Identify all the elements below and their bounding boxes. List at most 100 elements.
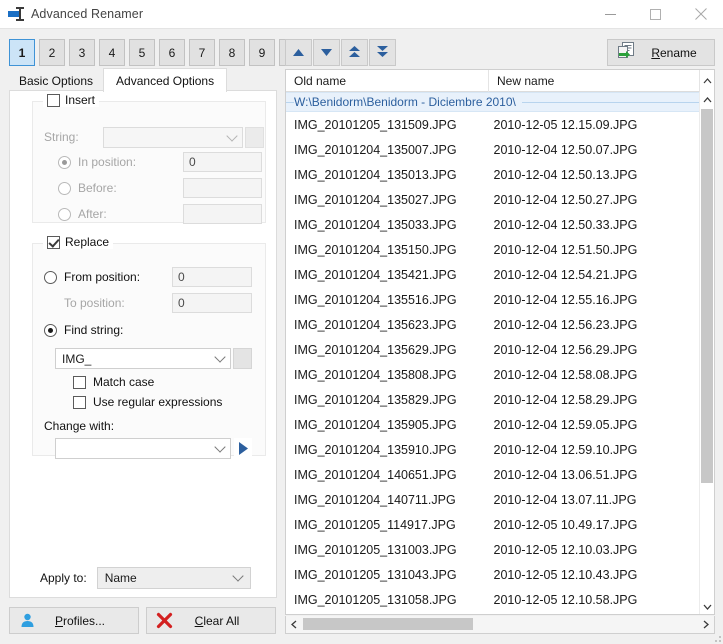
file-new-name: 2010-12-05 12.10.03.JPG xyxy=(493,542,638,557)
file-row[interactable]: IMG_20101204_135013.JPG 2010-12-04 12.50.… xyxy=(286,162,699,187)
file-old-name: IMG_20101204_135150.JPG xyxy=(294,242,457,257)
file-list-horizontal-scrollbar[interactable] xyxy=(285,616,715,634)
tab-advanced-options[interactable]: Advanced Options xyxy=(103,68,228,92)
maximize-button[interactable] xyxy=(633,0,678,28)
close-button[interactable] xyxy=(678,0,723,28)
insert-before-input[interactable] xyxy=(183,178,262,198)
insert-string-label: String: xyxy=(44,130,79,144)
file-list-vertical-scrollbar[interactable] xyxy=(699,92,714,614)
clear-all-accel: C xyxy=(194,613,204,628)
insert-string-browse-button[interactable] xyxy=(245,127,264,148)
scroll-left-button[interactable] xyxy=(286,616,302,632)
replace-to-position-input[interactable]: 0 xyxy=(172,293,252,313)
file-row[interactable]: IMG_20101205_114917.JPG 2010-12-05 10.49.… xyxy=(286,512,699,537)
file-row[interactable]: IMG_20101204_140651.JPG 2010-12-04 13.06.… xyxy=(286,462,699,487)
find-string-browse-button[interactable] xyxy=(233,348,252,369)
move-up-button[interactable] xyxy=(285,39,312,66)
file-row[interactable]: IMG_20101204_135421.JPG 2010-12-04 12.54.… xyxy=(286,262,699,287)
profiles-button[interactable]: Profiles... xyxy=(9,607,139,634)
column-header-old-name[interactable]: Old name xyxy=(286,70,489,92)
file-row[interactable]: IMG_20101204_140711.JPG 2010-12-04 13.07.… xyxy=(286,487,699,512)
profiles-button-label: Profiles... xyxy=(44,614,138,628)
replace-from-position-radio[interactable] xyxy=(44,270,57,284)
number-tab-6[interactable]: 6 xyxy=(159,39,185,66)
file-row[interactable]: IMG_20101204_135027.JPG 2010-12-04 12.50.… xyxy=(286,187,699,212)
apply-to-combo[interactable]: Name xyxy=(96,567,251,589)
scroll-up-button[interactable] xyxy=(700,92,714,107)
horizontal-scroll-thumb[interactable] xyxy=(303,618,473,630)
file-new-name: 2010-12-04 12.59.05.JPG xyxy=(493,417,638,432)
insert-after-label: After: xyxy=(78,207,107,221)
file-old-name: IMG_20101205_114917.JPG xyxy=(294,517,456,532)
file-row[interactable]: IMG_20101204_135623.JPG 2010-12-04 12.56.… xyxy=(286,312,699,337)
file-row[interactable]: IMG_20101204_135007.JPG 2010-12-04 12.50.… xyxy=(286,137,699,162)
file-row[interactable]: IMG_20101204_135808.JPG 2010-12-04 12.58.… xyxy=(286,362,699,387)
folder-group-header[interactable]: W:\Benidorm\Benidorm - Diciembre 2010\ xyxy=(286,92,699,112)
file-row[interactable]: IMG_20101204_135905.JPG 2010-12-04 12.59.… xyxy=(286,412,699,437)
insert-checkbox[interactable] xyxy=(47,93,60,107)
rename-button[interactable]: Rename xyxy=(607,39,715,66)
insert-after-radio[interactable] xyxy=(58,207,71,221)
file-new-name: 2010-12-04 13.06.51.JPG xyxy=(493,467,638,482)
file-row[interactable]: IMG_20101204_135150.JPG 2010-12-04 12.51.… xyxy=(286,237,699,262)
match-case-checkbox[interactable] xyxy=(73,375,86,389)
move-to-bottom-button[interactable] xyxy=(369,39,396,66)
move-to-top-button[interactable] xyxy=(341,39,368,66)
vertical-scroll-thumb[interactable] xyxy=(701,109,713,483)
file-new-name: 2010-12-05 12.10.58.JPG xyxy=(493,592,638,607)
change-with-insert-tag-button[interactable] xyxy=(234,438,252,459)
number-tab-4[interactable]: 4 xyxy=(99,39,125,66)
replace-find-string-radio[interactable] xyxy=(44,323,57,337)
file-list-body[interactable]: W:\Benidorm\Benidorm - Diciembre 2010\ I… xyxy=(286,92,699,614)
clear-all-button[interactable]: Clear All xyxy=(146,607,276,634)
find-string-combo[interactable]: IMG_ xyxy=(55,348,231,369)
replace-group-header[interactable]: Replace xyxy=(43,235,114,249)
insert-in-position-radio[interactable] xyxy=(58,155,71,169)
file-row[interactable]: IMG_20101204_135829.JPG 2010-12-04 12.58.… xyxy=(286,387,699,412)
number-tab-1[interactable]: 1 xyxy=(9,39,35,66)
insert-before-radio[interactable] xyxy=(58,181,71,195)
clear-all-button-label: Clear All xyxy=(181,614,275,628)
list-toolbar: Rename xyxy=(285,39,715,66)
apply-to-value: Name xyxy=(104,571,137,585)
number-tab-3[interactable]: 3 xyxy=(69,39,95,66)
rename-label-rest: ename xyxy=(659,45,697,60)
number-tab-5[interactable]: 5 xyxy=(129,39,155,66)
scroll-right-button[interactable] xyxy=(698,616,714,632)
file-row[interactable]: IMG_20101205_131509.JPG 2010-12-05 12.15.… xyxy=(286,112,699,137)
change-with-combo[interactable] xyxy=(55,438,231,459)
file-row[interactable]: IMG_20101204_135516.JPG 2010-12-04 12.55.… xyxy=(286,287,699,312)
file-old-name: IMG_20101205_131043.JPG xyxy=(294,567,457,582)
file-row[interactable]: IMG_20101204_135910.JPG 2010-12-04 12.59.… xyxy=(286,437,699,462)
file-new-name: 2010-12-04 12.56.23.JPG xyxy=(493,317,638,332)
file-row[interactable]: IMG_20101204_135033.JPG 2010-12-04 12.50.… xyxy=(286,212,699,237)
resize-grip[interactable] xyxy=(711,632,721,642)
number-tab-8[interactable]: 8 xyxy=(219,39,245,66)
insert-group-header[interactable]: Insert xyxy=(43,93,100,107)
scroll-down-button[interactable] xyxy=(700,599,714,614)
file-row[interactable]: IMG_20101205_131003.JPG 2010-12-05 12.10.… xyxy=(286,537,699,562)
apply-to-row: Apply to: Name xyxy=(40,567,251,589)
insert-string-combo[interactable] xyxy=(103,127,243,148)
move-down-button[interactable] xyxy=(313,39,340,66)
number-tab-9[interactable]: 9 xyxy=(249,39,275,66)
replace-from-position-input[interactable]: 0 xyxy=(172,267,252,287)
window-title: Advanced Renamer xyxy=(31,7,144,21)
replace-checkbox[interactable] xyxy=(47,235,60,249)
number-tab-7[interactable]: 7 xyxy=(189,39,215,66)
insert-group: Insert String: In position: 0 Before: Af… xyxy=(32,93,266,224)
number-tab-2[interactable]: 2 xyxy=(39,39,65,66)
insert-after-input[interactable] xyxy=(183,204,262,224)
application-window: Advanced Renamer 1 2 3 4 5 6 7 8 9 10 Ba… xyxy=(0,0,723,644)
tab-basic-options[interactable]: Basic Options xyxy=(9,70,104,92)
minimize-button[interactable] xyxy=(588,0,633,28)
move-bottom-icon xyxy=(377,46,388,57)
file-row[interactable]: IMG_20101205_131134.JPG2010-12-05 12.11.… xyxy=(286,612,699,614)
column-header-sort-indicator[interactable] xyxy=(699,70,714,92)
use-regex-checkbox[interactable] xyxy=(73,395,86,409)
column-header-new-name[interactable]: New name xyxy=(489,70,700,92)
file-row[interactable]: IMG_20101204_135629.JPG 2010-12-04 12.56.… xyxy=(286,337,699,362)
file-row[interactable]: IMG_20101205_131058.JPG 2010-12-05 12.10.… xyxy=(286,587,699,612)
insert-in-position-input[interactable]: 0 xyxy=(183,152,262,172)
file-row[interactable]: IMG_20101205_131043.JPG 2010-12-05 12.10.… xyxy=(286,562,699,587)
